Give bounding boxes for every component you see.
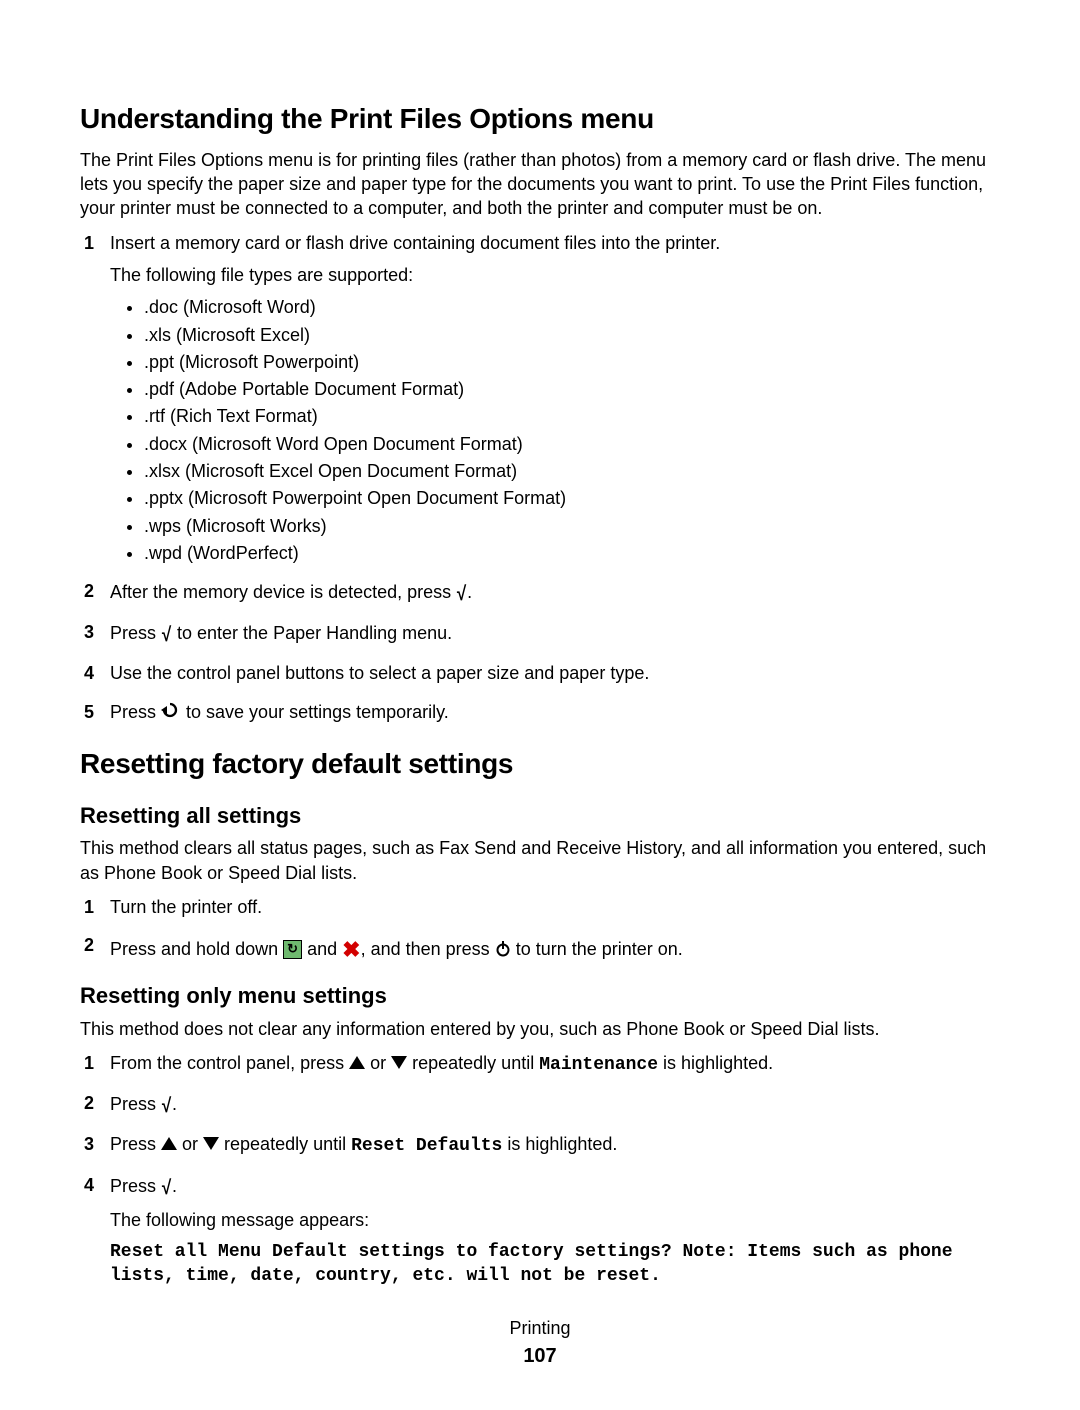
heading-print-files-options: Understanding the Print Files Options me… <box>80 100 1000 138</box>
step-4: Use the control panel buttons to select … <box>84 661 1000 685</box>
file-type-item: .xls (Microsoft Excel) <box>144 323 1000 347</box>
text: repeatedly until <box>407 1053 539 1073</box>
text: Turn the printer off. <box>110 897 262 917</box>
check-icon: √ <box>457 581 466 608</box>
text: , and then press <box>361 939 495 959</box>
intro-reset-all: This method clears all status pages, suc… <box>80 836 1000 885</box>
text: to enter the Paper Handling menu. <box>172 623 452 643</box>
text: or <box>365 1053 391 1073</box>
up-arrow-icon <box>349 1056 365 1069</box>
step-4: Press √. The following message appears: … <box>84 1173 1000 1289</box>
step-1: Turn the printer off. <box>84 895 1000 919</box>
text: Press <box>110 1134 161 1154</box>
step-2: Press √. <box>84 1091 1000 1118</box>
steps-print-files: Insert a memory card or flash drive cont… <box>80 231 1000 725</box>
up-arrow-icon <box>161 1137 177 1150</box>
check-icon: √ <box>162 622 171 649</box>
power-icon <box>495 939 511 963</box>
reset-message: Reset all Menu Default settings to facto… <box>110 1240 1000 1289</box>
text: Press <box>110 1094 161 1114</box>
footer-section-label: Printing <box>80 1316 1000 1340</box>
file-type-item: .docx (Microsoft Word Open Document Form… <box>144 432 1000 456</box>
text: and <box>302 939 342 959</box>
intro-reset-menu: This method does not clear any informati… <box>80 1017 1000 1041</box>
text: to turn the printer on. <box>511 939 683 959</box>
text: or <box>177 1134 203 1154</box>
text: is highlighted. <box>658 1053 773 1073</box>
text: is highlighted. <box>502 1134 617 1154</box>
text: From the control panel, press <box>110 1053 349 1073</box>
step-2: After the memory device is detected, pre… <box>84 579 1000 606</box>
text: to save your settings temporarily. <box>181 702 449 722</box>
mono-text: Maintenance <box>539 1055 658 1075</box>
message-label: The following message appears: <box>110 1208 1000 1232</box>
step-5: Press to save your settings temporarily. <box>84 700 1000 725</box>
steps-reset-all: Turn the printer off. Press and hold dow… <box>80 895 1000 963</box>
down-arrow-icon <box>391 1056 407 1069</box>
file-type-list: .doc (Microsoft Word) .xls (Microsoft Exc… <box>110 295 1000 565</box>
footer-page-number: 107 <box>80 1343 1000 1370</box>
step-text: Insert a memory card or flash drive cont… <box>110 233 720 253</box>
step-3: Press or repeatedly until Reset Defaults… <box>84 1132 1000 1158</box>
file-type-item: .wpd (WordPerfect) <box>144 541 1000 565</box>
text: . <box>467 582 472 602</box>
check-icon: √ <box>162 1175 171 1202</box>
step-1: Insert a memory card or flash drive cont… <box>84 231 1000 566</box>
file-type-item: .doc (Microsoft Word) <box>144 295 1000 319</box>
heading-reset-factory: Resetting factory default settings <box>80 745 1000 783</box>
text: Press <box>110 623 161 643</box>
step-2: Press and hold down and ✖, and then pres… <box>84 933 1000 963</box>
text: Press <box>110 1176 161 1196</box>
down-arrow-icon <box>203 1137 219 1150</box>
text: repeatedly until <box>219 1134 351 1154</box>
lighted-button-icon <box>283 940 302 959</box>
text: After the memory device is detected, pre… <box>110 582 456 602</box>
back-icon <box>161 700 181 724</box>
check-icon: √ <box>162 1093 171 1120</box>
step-1: From the control panel, press or repeate… <box>84 1051 1000 1077</box>
file-type-item: .pptx (Microsoft Powerpoint Open Documen… <box>144 486 1000 510</box>
subheading-reset-menu: Resetting only menu settings <box>80 981 1000 1011</box>
supported-label: The following file types are supported: <box>110 263 1000 287</box>
subheading-reset-all: Resetting all settings <box>80 801 1000 831</box>
intro-print-files: The Print Files Options menu is for prin… <box>80 148 1000 221</box>
steps-reset-menu: From the control panel, press or repeate… <box>80 1051 1000 1288</box>
file-type-item: .pdf (Adobe Portable Document Format) <box>144 377 1000 401</box>
text: Use the control panel buttons to select … <box>110 663 649 683</box>
step-3: Press √ to enter the Paper Handling menu… <box>84 620 1000 647</box>
file-type-item: .rtf (Rich Text Format) <box>144 404 1000 428</box>
mono-text: Reset Defaults <box>351 1136 502 1156</box>
file-type-item: .ppt (Microsoft Powerpoint) <box>144 350 1000 374</box>
text: Press <box>110 702 161 722</box>
file-type-item: .xlsx (Microsoft Excel Open Document For… <box>144 459 1000 483</box>
file-type-item: .wps (Microsoft Works) <box>144 514 1000 538</box>
text: . <box>172 1176 177 1196</box>
text: Press and hold down <box>110 939 283 959</box>
text: . <box>172 1094 177 1114</box>
cancel-x-icon: ✖ <box>342 935 360 965</box>
